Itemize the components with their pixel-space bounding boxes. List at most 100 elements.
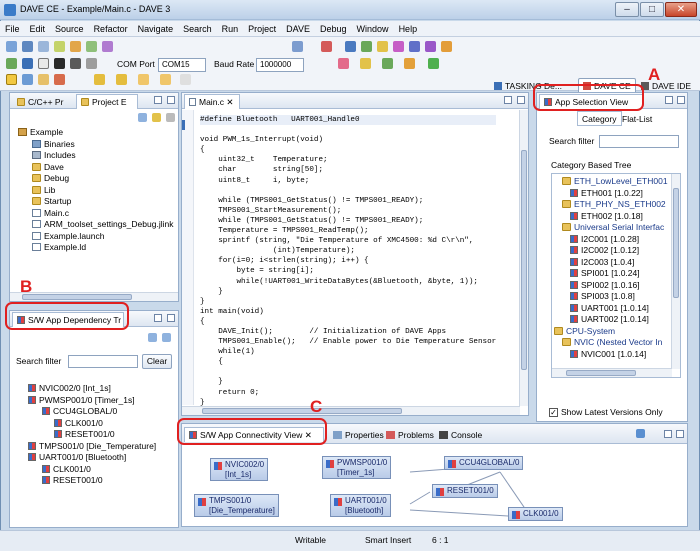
tree-item-lib[interactable]: Lib — [18, 185, 173, 197]
back-icon[interactable] — [138, 74, 149, 85]
tree-item-main-c[interactable]: Main.c — [18, 208, 173, 220]
dep-item[interactable]: CCU4GLOBAL/0 — [28, 406, 156, 418]
app-tree-item[interactable]: UART002 [1.0.14] — [554, 314, 668, 326]
tree-item-includes[interactable]: Includes — [18, 150, 173, 162]
category-tree-item[interactable]: ETH_PHY_NS_ETH002 — [554, 199, 668, 211]
tree-horizontal-scrollbar[interactable] — [552, 368, 672, 377]
wrench-icon[interactable] — [70, 41, 81, 52]
tab-problems[interactable]: Problems — [381, 427, 439, 442]
stop-icon[interactable] — [38, 58, 49, 69]
menu-navigate[interactable]: Navigate — [133, 21, 179, 37]
dave-key-icon[interactable] — [404, 58, 415, 69]
app-tree-item[interactable]: SPI003 [1.0.8] — [554, 291, 668, 303]
expand-icon[interactable] — [162, 333, 171, 342]
image-icon[interactable] — [292, 41, 303, 52]
collapse-icon[interactable] — [148, 333, 157, 342]
tree-item-debug[interactable]: Debug — [18, 173, 173, 185]
tab-project-explorer[interactable]: Project E — [76, 94, 138, 109]
tools-icon[interactable] — [102, 41, 113, 52]
minimize-view-icon[interactable] — [504, 96, 512, 104]
scroll-thumb[interactable] — [566, 370, 636, 376]
menu-file[interactable]: File — [0, 21, 25, 37]
app-search-input[interactable] — [599, 135, 679, 148]
category-tree-item[interactable]: NVIC (Nested Vector In — [554, 337, 668, 349]
close-button[interactable]: ✕ — [665, 2, 697, 17]
subtab-category[interactable]: Category — [577, 111, 622, 126]
dave-sync-icon[interactable] — [409, 41, 420, 52]
editor-horizontal-scrollbar[interactable] — [182, 406, 520, 415]
baud-rate-select[interactable]: 1000000 — [256, 58, 304, 72]
close-all-icon[interactable] — [321, 41, 332, 52]
menu-run[interactable]: Run — [217, 21, 244, 37]
dave-external-icon[interactable] — [428, 58, 439, 69]
app-tree-item[interactable]: UART001 [1.0.14] — [554, 303, 668, 315]
open-type-icon[interactable] — [22, 74, 33, 85]
tree-item-dave[interactable]: Dave — [18, 162, 173, 174]
tree-item-launch[interactable]: Example.launch — [18, 231, 173, 243]
scope-icon[interactable] — [86, 58, 97, 69]
app-tree-item[interactable]: ETH002 [1.0.18] — [554, 211, 668, 223]
view-menu-icon[interactable] — [166, 113, 175, 122]
app-tree-item[interactable]: I2C002 [1.0.12] — [554, 245, 668, 257]
node-clk001[interactable]: CLK001/0 — [508, 507, 563, 521]
step-icon[interactable] — [70, 58, 81, 69]
tree-vertical-scrollbar[interactable] — [671, 174, 680, 369]
maximize-view-icon[interactable] — [167, 96, 175, 104]
next-annotation-icon[interactable] — [94, 74, 105, 85]
search-tool-icon[interactable] — [38, 74, 49, 85]
prev-annotation-icon[interactable] — [116, 74, 127, 85]
dave-save-icon[interactable] — [345, 41, 356, 52]
maximize-view-icon[interactable] — [676, 430, 684, 438]
menu-edit[interactable]: Edit — [25, 21, 51, 37]
node-ccu4global[interactable]: CCU4GLOBAL/0 — [444, 456, 524, 470]
dependency-search-input[interactable] — [68, 355, 138, 368]
dave-config-icon[interactable] — [441, 41, 452, 52]
app-tree-item[interactable]: I2C001 [1.0.28] — [554, 234, 668, 246]
subtab-flat-list[interactable]: Flat-List — [617, 111, 657, 126]
download-icon[interactable] — [22, 58, 33, 69]
scroll-thumb[interactable] — [202, 408, 402, 414]
menu-dave[interactable]: DAVE — [281, 21, 315, 37]
clear-button[interactable]: Clear — [142, 354, 172, 369]
app-tree-item[interactable]: SPI001 [1.0.24] — [554, 268, 668, 280]
minimize-button[interactable]: – — [615, 2, 639, 17]
show-latest-checkbox[interactable]: ✓ — [549, 408, 558, 417]
menu-window[interactable]: Window — [352, 21, 394, 37]
dave-debug-run-icon[interactable] — [382, 58, 393, 69]
highlight-icon[interactable] — [6, 74, 17, 85]
minimize-view-icon[interactable] — [664, 430, 672, 438]
node-pwmsp001[interactable]: PWMSP001/0 [Timer_1s] — [322, 456, 392, 479]
dave-build-icon[interactable] — [338, 58, 349, 69]
run-man-icon[interactable] — [54, 58, 65, 69]
forward-icon[interactable] — [160, 74, 171, 85]
save-icon[interactable] — [22, 41, 33, 52]
menu-search[interactable]: Search — [178, 21, 217, 37]
maximize-view-icon[interactable] — [167, 314, 175, 322]
dave-generate-icon[interactable] — [361, 41, 372, 52]
tree-item-jlink[interactable]: ARM_toolset_settings_Debug.jlink — [18, 219, 173, 231]
minimize-view-icon[interactable] — [154, 96, 162, 104]
dave-update-icon[interactable] — [425, 41, 436, 52]
node-uart001[interactable]: UART001/0 [Bluetooth] — [330, 494, 391, 517]
tree-item-binaries[interactable]: Binaries — [18, 139, 173, 151]
link-editor-icon[interactable] — [152, 113, 161, 122]
build-icon[interactable] — [54, 41, 65, 52]
menu-source[interactable]: Source — [50, 21, 89, 37]
filter-icon[interactable] — [636, 429, 645, 438]
node-tmps001[interactable]: TMPS001/0 [Die_Temperature] — [194, 494, 279, 517]
scroll-thumb[interactable] — [521, 150, 527, 370]
app-tree-item[interactable]: I2C003 [1.0.4] — [554, 257, 668, 269]
menu-help[interactable]: Help — [394, 21, 423, 37]
tree-item-example[interactable]: Example — [18, 127, 173, 139]
close-tab-icon[interactable]: ✕ — [226, 97, 233, 107]
run-icon[interactable] — [86, 41, 97, 52]
app-tree-item[interactable]: NVIC001 [1.0.14] — [554, 349, 668, 361]
menu-project[interactable]: Project — [243, 21, 281, 37]
category-tree-item[interactable]: CPU-System — [554, 326, 668, 338]
tab-properties[interactable]: Properties — [328, 427, 389, 442]
print-icon[interactable] — [38, 41, 49, 52]
node-reset001[interactable]: RESET001/0 — [432, 484, 498, 498]
menu-debug[interactable]: Debug — [315, 21, 352, 37]
dave-app-icon-1[interactable] — [377, 41, 388, 52]
scroll-thumb[interactable] — [673, 188, 679, 298]
